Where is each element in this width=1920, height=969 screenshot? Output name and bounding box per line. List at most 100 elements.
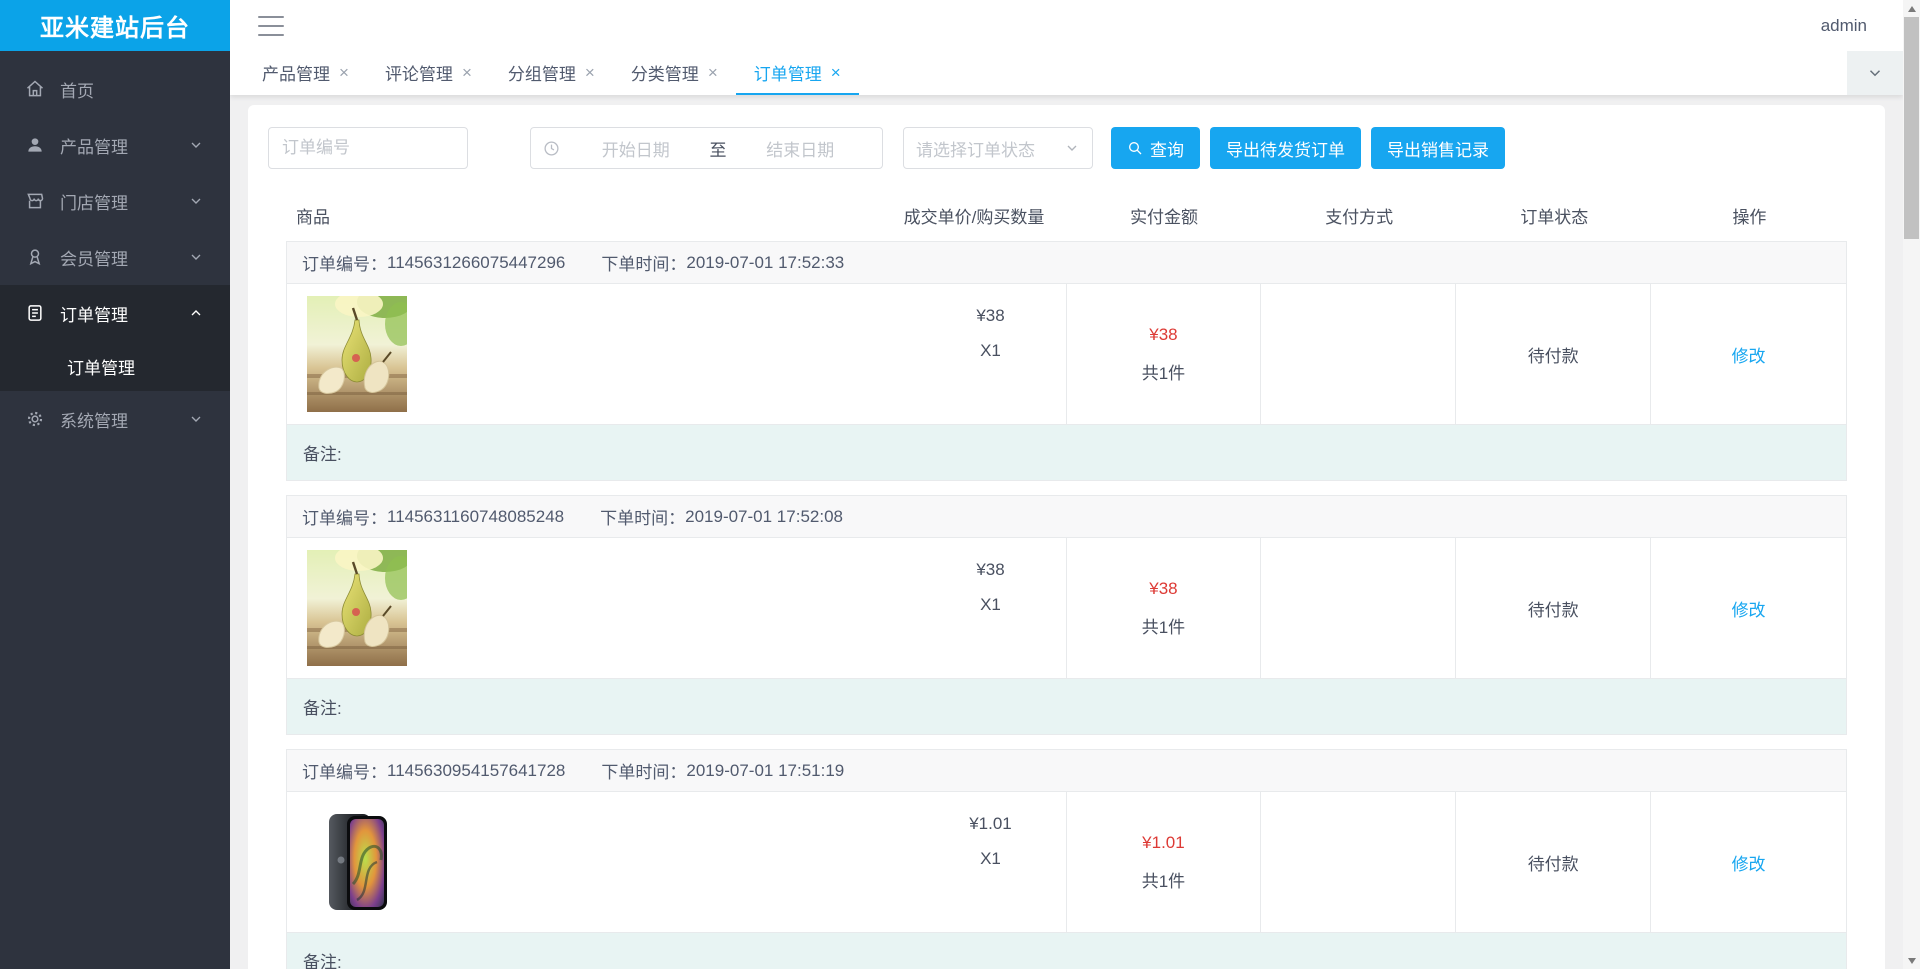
sidebar-subitem-order-management[interactable]: 订单管理 xyxy=(0,341,230,391)
remark-row: 备注: xyxy=(287,678,1846,734)
modify-link[interactable]: 修改 xyxy=(1732,850,1766,875)
scrollbar-down-icon[interactable] xyxy=(1903,952,1920,969)
modify-link[interactable]: 修改 xyxy=(1732,596,1766,621)
sidebar-menu: 首页 产品管理 门店管理 会员管理 订单管理 订单管理 系统管理 xyxy=(0,51,230,447)
member-icon xyxy=(24,246,46,268)
sidebar-item-label: 会员管理 xyxy=(60,249,128,269)
unit-price-block: ¥1.01 X1 xyxy=(916,792,1066,932)
clock-icon xyxy=(543,140,560,157)
paid-amount-cell: ¥38 共1件 xyxy=(1067,538,1262,678)
tab-label: 产品管理 xyxy=(262,64,330,84)
order-time-value: 2019-07-01 17:52:08 xyxy=(685,506,843,526)
main-content: 开始日期 至 结束日期 请选择订单状态 查询 导出待 xyxy=(230,95,1903,969)
action-cell: 修改 xyxy=(1651,538,1846,678)
search-icon xyxy=(1127,140,1143,156)
status-badge: 待付款 xyxy=(1527,854,1579,874)
close-icon[interactable]: × xyxy=(831,64,841,81)
order-time-value: 2019-07-01 17:51:19 xyxy=(686,760,845,780)
product-image-pear xyxy=(307,296,407,412)
export-pending-orders-button[interactable]: 导出待发货订单 xyxy=(1210,127,1361,169)
order-status-select[interactable]: 请选择订单状态 xyxy=(903,127,1093,169)
sidebar-item-label: 首页 xyxy=(60,81,94,101)
close-icon[interactable]: × xyxy=(585,64,595,81)
col-header-status: 订单状态 xyxy=(1520,207,1589,227)
current-user[interactable]: admin xyxy=(1821,16,1867,36)
page-scrollbar[interactable] xyxy=(1903,0,1920,969)
chevron-down-icon xyxy=(188,137,204,153)
paid-amount-cell: ¥1.01 共1件 xyxy=(1067,792,1262,932)
unit-price-block: ¥38 X1 xyxy=(916,538,1066,678)
tab-bar: 产品管理 × 评论管理 × 分组管理 × 分类管理 × 订单管理 × xyxy=(230,51,1903,95)
product-cell: ¥1.01 X1 xyxy=(287,792,1067,932)
quantity: X1 xyxy=(980,341,1001,360)
tabs-overflow-button[interactable] xyxy=(1847,51,1903,95)
remark-label: 备注: xyxy=(303,699,342,718)
tab-label: 订单管理 xyxy=(753,64,822,84)
order-no-value: 1145630954157641728 xyxy=(387,760,566,780)
order-time-label: 下单时间： xyxy=(601,763,687,782)
scrollbar-thumb[interactable] xyxy=(1904,17,1919,239)
chevron-down-icon xyxy=(188,411,204,427)
sidebar-item-members[interactable]: 会员管理 xyxy=(0,229,230,285)
order-group-header: 订单编号： 1145631266075447296 下单时间： 2019-07-01… xyxy=(287,242,1846,284)
shop-icon xyxy=(24,190,46,212)
top-header: admin xyxy=(230,0,1903,51)
content-card: 开始日期 至 结束日期 请选择订单状态 查询 导出待 xyxy=(248,105,1885,969)
order-row: ¥1.01 X1 ¥1.01 共1件 待付款 修改 xyxy=(287,792,1846,932)
chevron-down-icon xyxy=(188,249,204,265)
hamburger-icon[interactable] xyxy=(258,15,284,36)
product-cell: ¥38 X1 xyxy=(287,284,1067,424)
remark-label: 备注: xyxy=(303,445,342,464)
export-sales-records-button[interactable]: 导出销售记录 xyxy=(1371,127,1505,169)
close-icon[interactable]: × xyxy=(708,64,718,81)
action-cell: 修改 xyxy=(1651,284,1846,424)
paid-amount-cell: ¥38 共1件 xyxy=(1067,284,1262,424)
tab-label: 分类管理 xyxy=(630,64,699,84)
order-no-input[interactable] xyxy=(268,127,468,169)
date-range-input[interactable]: 开始日期 至 结束日期 xyxy=(530,127,883,169)
tab-products[interactable]: 产品管理 × xyxy=(244,51,367,95)
tab-groups[interactable]: 分组管理 × xyxy=(490,51,613,95)
close-icon[interactable]: × xyxy=(462,64,472,81)
home-icon xyxy=(24,78,46,100)
tab-comments[interactable]: 评论管理 × xyxy=(367,51,490,95)
sidebar-item-system[interactable]: 系统管理 xyxy=(0,391,230,447)
scrollbar-up-icon[interactable] xyxy=(1903,0,1920,17)
sidebar-item-label: 产品管理 xyxy=(60,137,128,157)
tab-label: 评论管理 xyxy=(384,64,453,84)
action-cell: 修改 xyxy=(1651,792,1846,932)
search-button-label: 查询 xyxy=(1150,140,1184,160)
chevron-down-icon xyxy=(1866,64,1884,82)
product-image-iphone xyxy=(307,804,407,920)
order-status-cell: 待付款 xyxy=(1456,792,1652,932)
paid-amount: ¥1.01 xyxy=(1142,832,1185,852)
brand-logo: 亚米建站后台 xyxy=(0,0,230,51)
tab-orders[interactable]: 订单管理 × xyxy=(735,51,859,95)
paid-amount: ¥38 xyxy=(1149,578,1178,598)
sidebar: 亚米建站后台 首页 产品管理 门店管理 会员管理 订单管理 订单管理 系统管理 xyxy=(0,0,230,969)
sidebar-item-home[interactable]: 首页 xyxy=(0,61,230,117)
paid-amount: ¥38 xyxy=(1149,324,1178,344)
order-no-label: 订单编号： xyxy=(302,255,387,274)
search-button[interactable]: 查询 xyxy=(1111,127,1200,169)
order-time-label: 下单时间： xyxy=(600,509,686,528)
order-no-value: 1145631266075447296 xyxy=(387,252,566,272)
status-badge: 待付款 xyxy=(1527,346,1579,366)
modify-link[interactable]: 修改 xyxy=(1732,342,1766,367)
chevron-down-icon xyxy=(188,193,204,209)
sidebar-subitem-label: 订单管理 xyxy=(67,358,135,378)
quantity: X1 xyxy=(980,849,1001,868)
unit-price: ¥1.01 xyxy=(969,814,1012,833)
order-time-label: 下单时间： xyxy=(601,255,687,274)
sidebar-item-orders[interactable]: 订单管理 xyxy=(0,285,230,341)
select-placeholder: 请选择订单状态 xyxy=(916,140,1035,160)
col-header-action: 操作 xyxy=(1732,207,1767,227)
orders-table: 商品 成交单价/购买数量 实付金额 支付方式 订单状态 操作 订单编号： 1145… xyxy=(286,197,1847,969)
close-icon[interactable]: × xyxy=(339,64,349,81)
sidebar-item-products[interactable]: 产品管理 xyxy=(0,117,230,173)
item-count: 共1件 xyxy=(1141,363,1186,383)
tab-categories[interactable]: 分类管理 × xyxy=(613,51,736,95)
status-badge: 待付款 xyxy=(1527,600,1579,620)
sidebar-item-stores[interactable]: 门店管理 xyxy=(0,173,230,229)
date-start-placeholder: 开始日期 xyxy=(601,140,670,160)
